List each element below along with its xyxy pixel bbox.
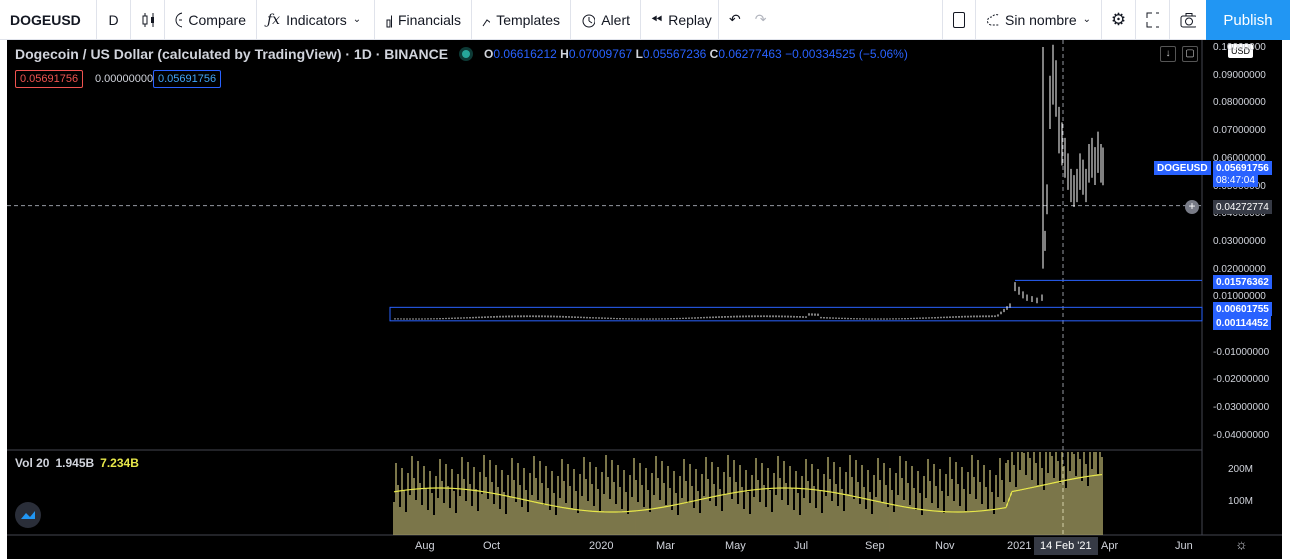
- time-tick: 2020: [589, 540, 614, 552]
- undo-redo: ↶ ↷: [719, 0, 777, 40]
- symbol-price-tag: DOGEUSD: [1154, 161, 1211, 175]
- layout-name-label: Sin nombre: [1005, 11, 1077, 28]
- price-tick: 0.03000000: [1213, 235, 1266, 247]
- top-toolbar: DOGEUSD D Compare ƒx Indicators ⌄ Financ…: [0, 0, 1290, 40]
- chart-type-button[interactable]: [131, 0, 165, 40]
- countdown-tag: 08:47:04: [1213, 174, 1258, 187]
- chevron-down-icon: ⌄: [352, 14, 362, 25]
- time-tick: Jul: [794, 540, 809, 552]
- price-tick: -0.03000000: [1213, 402, 1270, 414]
- replay-button[interactable]: ⏪︎ Replay: [641, 0, 719, 40]
- time-tick: Oct: [483, 540, 501, 552]
- replay-label: Replay: [668, 11, 712, 28]
- compare-button[interactable]: Compare: [165, 0, 257, 40]
- price-tick: -0.04000000: [1213, 429, 1270, 441]
- square-icon: [953, 11, 965, 28]
- indicators-button[interactable]: ƒx Indicators ⌄: [257, 0, 375, 40]
- time-tick: Mar: [656, 540, 675, 552]
- symbol-label: DOGEUSD: [10, 11, 81, 28]
- price-tick: 0.02000000: [1213, 263, 1266, 275]
- price-tick: 0.10000000: [1213, 42, 1266, 53]
- horizontal-line-label-2: 0.00601755: [1213, 302, 1272, 316]
- expand-button[interactable]: [1136, 0, 1170, 40]
- time-tick: Jun: [1175, 540, 1193, 552]
- time-tick: Sep: [865, 540, 885, 552]
- horizontal-line-label-3: 0.00114452: [1213, 316, 1272, 330]
- market-status-dot: [462, 50, 471, 58]
- fx-icon: ƒx: [267, 11, 281, 28]
- bid-price-box[interactable]: 0.05691756: [15, 70, 84, 88]
- price-tick: 0.01000000: [1213, 291, 1266, 303]
- chart-canvas[interactable]: [7, 40, 1282, 559]
- chart-legend: Dogecoin / US Dollar (calculated by Trad…: [15, 46, 908, 62]
- interval-button[interactable]: D: [97, 0, 131, 40]
- expand-icon: [1146, 12, 1159, 27]
- crosshair-price-tag: 0.04272774: [1213, 200, 1272, 214]
- time-tick: May: [725, 540, 746, 552]
- price-tick: 0.09000000: [1213, 69, 1266, 81]
- publish-label: Publish: [1223, 11, 1273, 29]
- alert-button[interactable]: Alert: [571, 0, 641, 40]
- drawn-range-box: [389, 306, 1203, 322]
- spread-value: 0.00000000: [95, 73, 154, 85]
- price-tick: -0.01000000: [1213, 346, 1270, 358]
- undo-icon[interactable]: ↶: [729, 11, 741, 28]
- alarm-clock-icon: [582, 14, 596, 27]
- volume-ma-value: 7.234B: [100, 456, 139, 470]
- camera-icon: [1180, 12, 1196, 27]
- chart-area[interactable]: Dogecoin / US Dollar (calculated by Trad…: [7, 40, 1282, 559]
- plus-circle-icon: [175, 12, 183, 27]
- indicators-label: Indicators: [286, 11, 347, 28]
- volume-value: 1.945B: [55, 456, 95, 470]
- time-cursor-label: 14 Feb '21: [1034, 537, 1098, 555]
- time-tick: 2021: [1007, 540, 1032, 552]
- ohlc-values: O0.06616212 H0.07009767 L0.05567236 C0.0…: [484, 47, 908, 61]
- price-tick: 0.08000000: [1213, 97, 1266, 109]
- alert-label: Alert: [601, 11, 630, 28]
- gear-icon: ⚙: [1110, 9, 1127, 29]
- financials-button[interactable]: Financials: [375, 0, 472, 40]
- symbol-title: Dogecoin / US Dollar (calculated by Trad…: [15, 46, 449, 62]
- settings-sun-icon[interactable]: ☼: [1235, 536, 1248, 552]
- snapshot-button[interactable]: [1170, 0, 1206, 40]
- last-price-tag: 0.05691756: [1213, 161, 1272, 175]
- time-tick: Apr: [1101, 540, 1119, 552]
- maximize-icon[interactable]: ▢: [1182, 46, 1198, 62]
- bar-chart-icon: [386, 15, 392, 27]
- volume-legend: Vol 20 1.945B 7.234B: [15, 456, 139, 470]
- templates-button[interactable]: Templates: [472, 0, 571, 40]
- redo-icon[interactable]: ↷: [755, 11, 767, 28]
- vol-axis-100m: 100M: [1228, 496, 1254, 507]
- tv-logo-icon: [21, 511, 35, 519]
- horizontal-line-label-1: 0.01576362: [1213, 275, 1272, 289]
- layout-name-button[interactable]: Sin nombre ⌄: [976, 0, 1102, 40]
- templates-label: Templates: [496, 11, 560, 28]
- chevron-down-icon: ⌄: [1082, 14, 1091, 25]
- financials-label: Financials: [397, 11, 461, 28]
- cloud-icon: [987, 13, 1000, 25]
- compare-label: Compare: [188, 11, 246, 28]
- time-tick: Aug: [415, 540, 435, 552]
- tradingview-logo[interactable]: [15, 502, 41, 528]
- settings-button[interactable]: ⚙: [1102, 0, 1136, 40]
- publish-button[interactable]: Publish: [1206, 0, 1290, 40]
- symbol-search[interactable]: DOGEUSD: [0, 0, 97, 40]
- arrow-down-icon[interactable]: ↓: [1160, 46, 1176, 62]
- fullscreen-toggle[interactable]: [942, 0, 976, 40]
- price-tick: 0.07000000: [1213, 125, 1266, 137]
- time-tick: Nov: [935, 540, 955, 552]
- templates-icon: [482, 18, 491, 26]
- vol-axis-200m: 200M: [1228, 464, 1254, 475]
- candles-icon: [142, 12, 154, 27]
- price-tick: -0.02000000: [1213, 374, 1270, 386]
- ask-price-box[interactable]: 0.05691756: [153, 70, 222, 88]
- add-alert-icon[interactable]: +: [1185, 200, 1199, 214]
- replay-icon: ⏪︎: [651, 11, 663, 27]
- interval-label: D: [108, 11, 119, 28]
- volume-label: Vol 20: [15, 456, 50, 470]
